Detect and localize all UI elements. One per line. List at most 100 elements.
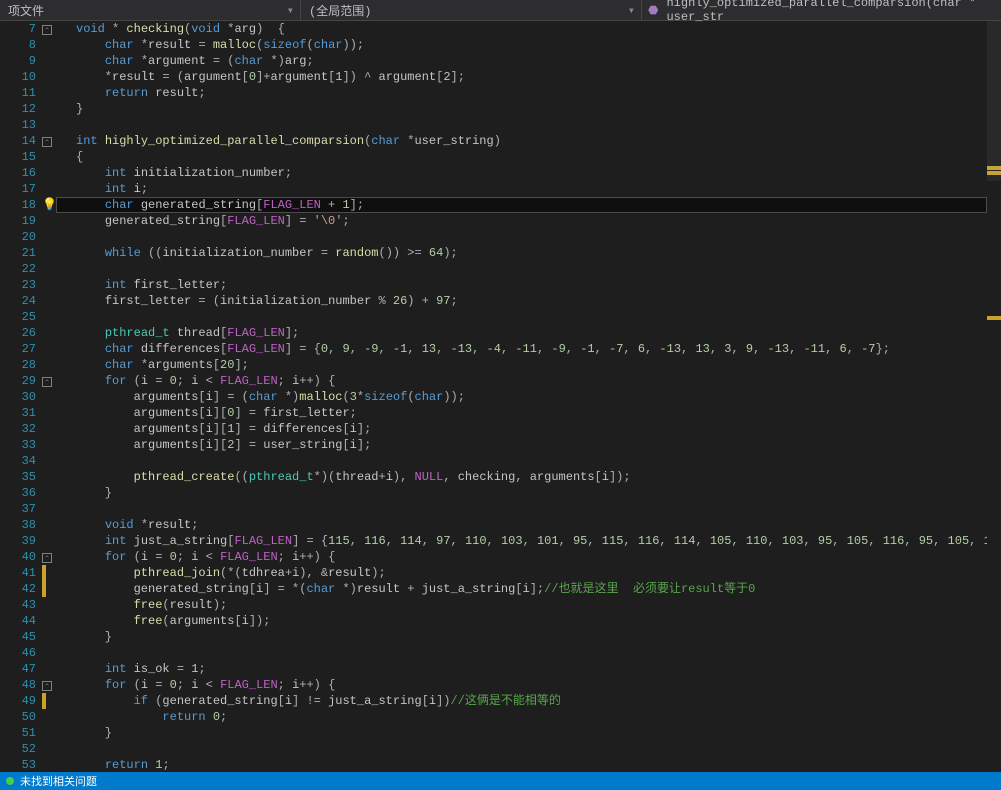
line-number: 35 xyxy=(0,469,36,485)
code-line[interactable]: } xyxy=(56,485,987,501)
code-line[interactable]: char *arguments[20]; xyxy=(56,357,987,373)
code-line[interactable]: free(result); xyxy=(56,597,987,613)
line-number: 9 xyxy=(0,53,36,69)
code-line[interactable]: first_letter = (initialization_number % … xyxy=(56,293,987,309)
line-number: 21 xyxy=(0,245,36,261)
code-line[interactable] xyxy=(56,453,987,469)
line-number: 44 xyxy=(0,613,36,629)
line-number: 36 xyxy=(0,485,36,501)
lightbulb-icon[interactable]: 💡 xyxy=(42,197,56,213)
code-line[interactable]: char *result = malloc(sizeof(char)); xyxy=(56,37,987,53)
scroll-map[interactable] xyxy=(987,21,1001,773)
code-area[interactable]: void * checking(void *arg) { char *resul… xyxy=(56,21,987,773)
line-number: 23 xyxy=(0,277,36,293)
code-line[interactable]: if (generated_string[i] != just_a_string… xyxy=(56,693,987,709)
fold-toggle[interactable]: - xyxy=(42,677,56,693)
code-line[interactable]: return 1; xyxy=(56,757,987,773)
line-number: 43 xyxy=(0,597,36,613)
scroll-thumb[interactable] xyxy=(987,21,1001,181)
scope-file-label: 项文件 xyxy=(0,0,52,21)
chevron-down-icon: ▾ xyxy=(281,3,300,18)
code-line[interactable]: for (i = 0; i < FLAG_LEN; i++) { xyxy=(56,549,987,565)
code-line[interactable]: for (i = 0; i < FLAG_LEN; i++) { xyxy=(56,677,987,693)
code-line[interactable]: return result; xyxy=(56,85,987,101)
line-number: 13 xyxy=(0,117,36,133)
code-line[interactable]: int highly_optimized_parallel_comparsion… xyxy=(56,133,987,149)
code-line[interactable]: int is_ok = 1; xyxy=(56,661,987,677)
line-number: 15 xyxy=(0,149,36,165)
code-line[interactable] xyxy=(56,501,987,517)
line-number: 48 xyxy=(0,677,36,693)
code-line[interactable]: pthread_join(*(tdhrea+i), &result); xyxy=(56,565,987,581)
code-line[interactable]: } xyxy=(56,629,987,645)
line-number: 40 xyxy=(0,549,36,565)
fold-toggle[interactable]: - xyxy=(42,549,56,565)
code-line[interactable]: arguments[i] = (char *)malloc(3*sizeof(c… xyxy=(56,389,987,405)
code-line[interactable]: arguments[i][0] = first_letter; xyxy=(56,405,987,421)
code-line[interactable]: *result = (argument[0]+argument[1]) ^ ar… xyxy=(56,69,987,85)
code-line[interactable]: pthread_create((pthread_t*)(thread+i), N… xyxy=(56,469,987,485)
code-line[interactable]: int first_letter; xyxy=(56,277,987,293)
fold-toggle[interactable]: - xyxy=(42,21,56,37)
code-line[interactable] xyxy=(56,645,987,661)
line-number: 24 xyxy=(0,293,36,309)
line-number: 17 xyxy=(0,181,36,197)
code-line[interactable]: void *result; xyxy=(56,517,987,533)
line-number: 29 xyxy=(0,373,36,389)
line-number: 33 xyxy=(0,437,36,453)
fold-toggle[interactable]: - xyxy=(42,133,56,149)
line-number: 30 xyxy=(0,389,36,405)
breadcrumb-bar: 项文件 ▾ (全局范围) ▾ ⬣ highly_optimized_parall… xyxy=(0,0,1001,21)
code-line[interactable] xyxy=(56,117,987,133)
code-line[interactable]: } xyxy=(56,101,987,117)
code-line[interactable] xyxy=(56,229,987,245)
line-number: 14 xyxy=(0,133,36,149)
line-number: 53 xyxy=(0,757,36,773)
code-line[interactable]: free(arguments[i]); xyxy=(56,613,987,629)
line-number: 10 xyxy=(0,69,36,85)
line-number: 31 xyxy=(0,405,36,421)
line-number: 12 xyxy=(0,101,36,117)
line-number: 8 xyxy=(0,37,36,53)
code-line[interactable]: generated_string[FLAG_LEN] = '\0'; xyxy=(56,213,987,229)
code-line[interactable]: arguments[i][2] = user_string[i]; xyxy=(56,437,987,453)
code-line[interactable]: int initialization_number; xyxy=(56,165,987,181)
code-line[interactable] xyxy=(56,309,987,325)
line-number: 45 xyxy=(0,629,36,645)
scope-global-label: (全局范围) xyxy=(301,0,379,21)
line-number: 47 xyxy=(0,661,36,677)
change-marker xyxy=(42,693,56,709)
code-line[interactable]: for (i = 0; i < FLAG_LEN; i++) { xyxy=(56,373,987,389)
status-bar: 未找到相关问题 xyxy=(0,772,1001,790)
line-number: 28 xyxy=(0,357,36,373)
line-number: 49 xyxy=(0,693,36,709)
code-line[interactable]: void * checking(void *arg) { xyxy=(56,21,987,37)
scope-global-dropdown[interactable]: (全局范围) ▾ xyxy=(301,0,642,20)
code-line[interactable]: return 0; xyxy=(56,709,987,725)
fold-toggle[interactable]: - xyxy=(42,373,56,389)
code-line[interactable]: arguments[i][1] = differences[i]; xyxy=(56,421,987,437)
code-line[interactable] xyxy=(56,741,987,757)
line-number: 16 xyxy=(0,165,36,181)
line-number: 42 xyxy=(0,581,36,597)
code-line[interactable]: char *argument = (char *)arg; xyxy=(56,53,987,69)
code-line[interactable]: pthread_t thread[FLAG_LEN]; xyxy=(56,325,987,341)
line-number: 52 xyxy=(0,741,36,757)
code-line[interactable]: char differences[FLAG_LEN] = {0, 9, -9, … xyxy=(56,341,987,357)
code-line[interactable] xyxy=(56,261,987,277)
line-number: 11 xyxy=(0,85,36,101)
line-number: 22 xyxy=(0,261,36,277)
line-number: 37 xyxy=(0,501,36,517)
code-line[interactable]: int i; xyxy=(56,181,987,197)
code-line[interactable]: int just_a_string[FLAG_LEN] = {115, 116,… xyxy=(56,533,987,549)
code-line[interactable]: { xyxy=(56,149,987,165)
code-line[interactable]: char generated_string[FLAG_LEN + 1]; xyxy=(56,197,987,213)
scope-file-dropdown[interactable]: 项文件 ▾ xyxy=(0,0,301,20)
line-number: 34 xyxy=(0,453,36,469)
line-number: 46 xyxy=(0,645,36,661)
code-line[interactable]: while ((initialization_number = random()… xyxy=(56,245,987,261)
code-line[interactable]: generated_string[i] = *(char *)result + … xyxy=(56,581,987,597)
function-dropdown[interactable]: ⬣ highly_optimized_parallel_comparsion(c… xyxy=(642,0,1001,20)
code-line[interactable]: } xyxy=(56,725,987,741)
line-number: 19 xyxy=(0,213,36,229)
